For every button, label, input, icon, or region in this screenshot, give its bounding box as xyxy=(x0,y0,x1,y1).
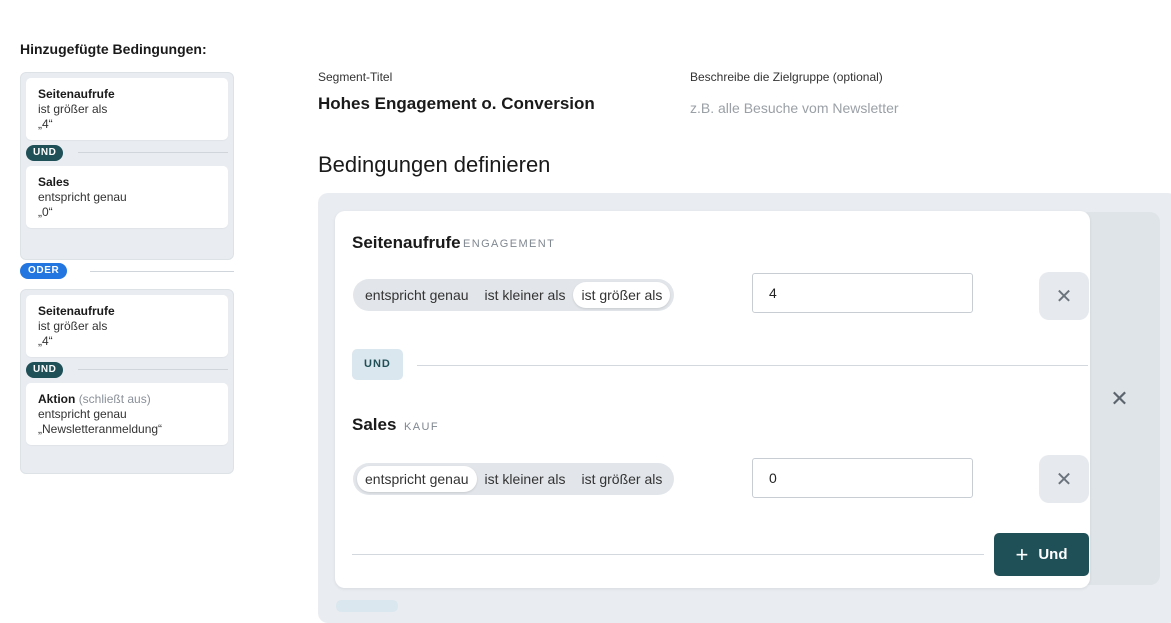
condition-metric-line: Aktion (schließt aus) xyxy=(38,392,218,407)
rule-value-input[interactable] xyxy=(752,273,973,313)
section-heading: Bedingungen definieren xyxy=(318,152,551,177)
condition-operator: entspricht genau xyxy=(38,407,127,421)
rule-metric-category: ENGAGEMENT xyxy=(463,238,556,250)
condition-group-1: Seitenaufrufe ist größer als „4“ UND Sal… xyxy=(20,72,234,260)
plus-icon: + xyxy=(1015,541,1029,567)
condition-group-2: Seitenaufrufe ist größer als „4“ UND Akt… xyxy=(20,289,234,474)
operator-option-equals[interactable]: entspricht genau xyxy=(357,466,477,492)
condition-metric: Seitenaufrufe xyxy=(38,87,115,101)
condition-metric: Sales xyxy=(38,175,70,189)
und-connector-tag[interactable]: UND xyxy=(352,349,403,380)
description-label: Beschreibe die Zielgruppe (optional) xyxy=(690,70,883,84)
condition-card[interactable]: Seitenaufrufe ist größer als „4“ xyxy=(26,295,228,357)
operator-selector: entspricht genau ist kleiner als ist grö… xyxy=(353,463,675,495)
operator-option-less-than[interactable]: ist kleiner als xyxy=(477,282,574,308)
add-und-button[interactable]: + Und xyxy=(994,533,1089,576)
connector-line xyxy=(90,271,234,272)
condition-value: „4“ xyxy=(38,334,53,348)
condition-value: „Newsletteranmeldung“ xyxy=(38,422,163,436)
rule-metric-category: KAUF xyxy=(404,421,439,433)
divider-line xyxy=(352,554,984,555)
close-icon: ✕ xyxy=(1110,385,1129,411)
add-und-label: Und xyxy=(1038,546,1068,563)
operator-selector: entspricht genau ist kleiner als ist grö… xyxy=(353,279,675,311)
remove-rule-button[interactable]: ✕ xyxy=(1039,272,1089,320)
condition-operator: ist größer als xyxy=(38,319,108,333)
und-connector: UND xyxy=(26,357,228,383)
condition-metric: Seitenaufrufe xyxy=(38,304,115,318)
oder-connector: ODER xyxy=(20,263,234,281)
condition-value: „4“ xyxy=(38,117,53,131)
condition-card[interactable]: Aktion (schließt aus) entspricht genau „… xyxy=(26,383,228,445)
close-icon: ✕ xyxy=(1055,468,1073,491)
condition-metric: Aktion xyxy=(38,392,76,406)
close-icon: ✕ xyxy=(1055,285,1073,308)
und-badge: UND xyxy=(26,362,64,378)
condition-card[interactable]: Sales entspricht genau „0“ xyxy=(26,166,228,228)
rule-value-input[interactable] xyxy=(752,458,973,498)
segment-title[interactable]: Hohes Engagement o. Conversion xyxy=(318,94,595,114)
operator-option-equals[interactable]: entspricht genau xyxy=(357,282,477,308)
und-badge: UND xyxy=(26,145,64,161)
remove-group-button[interactable]: ✕ xyxy=(1079,212,1160,585)
connector-line xyxy=(417,365,1088,366)
rule-group-card xyxy=(335,211,1090,588)
next-connector-tag xyxy=(336,600,398,612)
segment-title-label: Segment-Titel xyxy=(318,70,393,84)
und-connector: UND xyxy=(26,140,228,166)
operator-option-greater-than[interactable]: ist größer als xyxy=(573,466,670,492)
condition-card[interactable]: Seitenaufrufe ist größer als „4“ xyxy=(26,78,228,140)
connector-line xyxy=(78,152,228,153)
description-input[interactable] xyxy=(690,100,950,116)
operator-option-greater-than[interactable]: ist größer als xyxy=(573,282,671,308)
rule-metric-name: Sales xyxy=(352,415,397,434)
condition-operator: ist größer als xyxy=(38,102,108,116)
oder-badge: ODER xyxy=(20,263,68,279)
condition-note: (schließt aus) xyxy=(78,392,151,406)
condition-value: „0“ xyxy=(38,205,53,219)
remove-rule-button[interactable]: ✕ xyxy=(1039,455,1089,503)
sidebar-title: Hinzugefügte Bedingungen: xyxy=(20,41,207,57)
connector-line xyxy=(78,369,228,370)
operator-option-less-than[interactable]: ist kleiner als xyxy=(477,466,574,492)
rule-metric-name: Seitenaufrufe xyxy=(352,233,461,252)
condition-operator: entspricht genau xyxy=(38,190,127,204)
